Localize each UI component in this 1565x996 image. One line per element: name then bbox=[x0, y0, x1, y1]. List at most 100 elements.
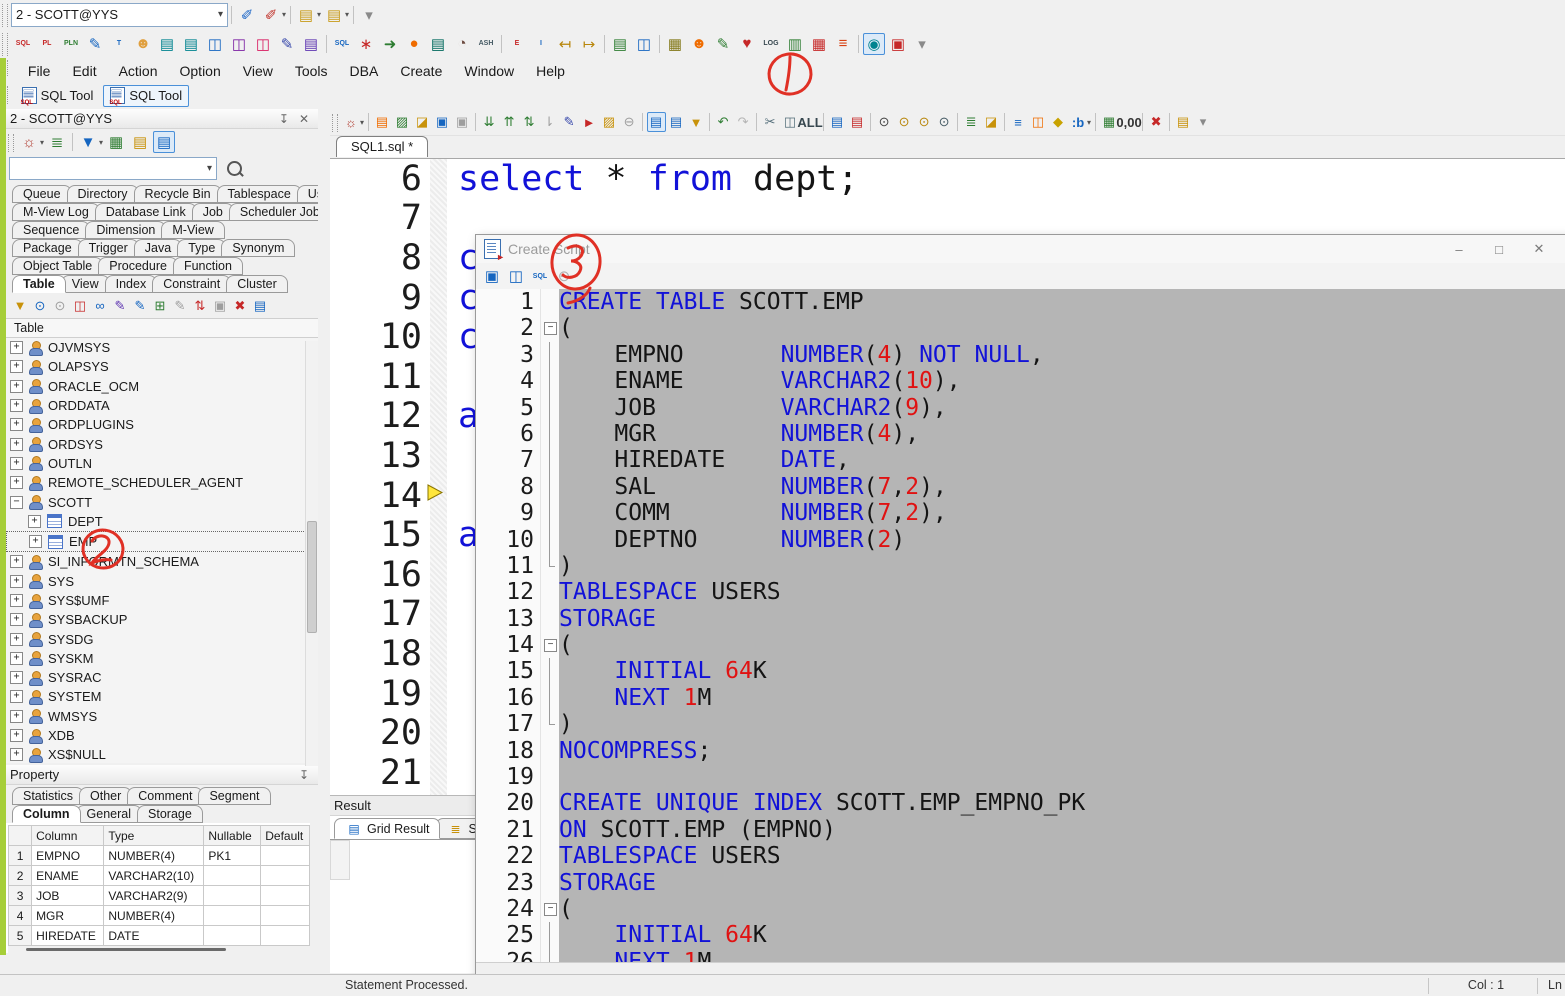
grid-new-side-icon[interactable]: ▦ bbox=[105, 131, 127, 153]
plsql-editor-icon[interactable]: PL bbox=[36, 33, 58, 55]
tree-item-emp[interactable]: + EMP bbox=[6, 530, 318, 553]
detail-view-icon[interactable]: ▤ bbox=[153, 131, 176, 153]
tab-function[interactable]: Function bbox=[172, 257, 243, 275]
tree-item-system[interactable]: + SYSTEM bbox=[6, 687, 318, 706]
splitter[interactable] bbox=[318, 109, 330, 972]
pin-icon[interactable]: ↧ bbox=[294, 768, 314, 782]
expander-icon[interactable]: + bbox=[10, 574, 23, 588]
tree-item-sys[interactable]: + SYS bbox=[6, 572, 318, 591]
prop-tab-other[interactable]: Other bbox=[79, 787, 133, 805]
tab-object-table[interactable]: Object Table bbox=[12, 257, 104, 275]
doc-first-icon[interactable]: ▤ bbox=[646, 112, 666, 132]
expander-icon[interactable]: + bbox=[10, 729, 23, 743]
edit-blue-icon[interactable]: ✎ bbox=[131, 296, 150, 316]
menu-edit[interactable]: Edit bbox=[61, 60, 107, 82]
grid-header-rownum[interactable] bbox=[7, 825, 33, 846]
tree-item-orddata[interactable]: + ORDDATA bbox=[6, 396, 318, 415]
db-refresh-icon[interactable]: ▤ bbox=[609, 33, 631, 55]
edit-purple-icon[interactable]: ✎ bbox=[111, 296, 130, 316]
expander-icon[interactable]: + bbox=[10, 671, 23, 685]
tab-sql1[interactable]: SQL1.sql * bbox=[336, 136, 429, 157]
import-tool-icon[interactable]: I bbox=[530, 33, 552, 55]
script-line-12[interactable]: 12 TABLESPACE USERS bbox=[476, 579, 1565, 606]
db-refresh-side-icon[interactable]: ≣ bbox=[46, 131, 68, 153]
db-script-icon[interactable]: ◫ bbox=[633, 33, 655, 55]
script-line-9[interactable]: 9 COMM NUMBER(7,2), bbox=[476, 500, 1565, 527]
script-line-17[interactable]: 17) bbox=[476, 711, 1565, 738]
tree-item-sysbackup[interactable]: + SYSBACKUP bbox=[6, 610, 318, 629]
tree-item-scott[interactable]: − SCOTT bbox=[6, 492, 318, 511]
to-editor-icon[interactable]: ◪ bbox=[982, 112, 1001, 132]
export-tool-icon[interactable]: E bbox=[506, 33, 528, 55]
security-lock-icon[interactable]: ● bbox=[403, 33, 425, 55]
menu-tools[interactable]: Tools bbox=[284, 60, 339, 82]
find-prev-icon[interactable]: ⊙ bbox=[915, 112, 934, 132]
tree-item-ordplugins[interactable]: + ORDPLUGINS bbox=[6, 415, 318, 434]
tab-synonym[interactable]: Synonym bbox=[221, 239, 296, 257]
tab-job[interactable]: Job bbox=[191, 203, 234, 221]
script-line-15[interactable]: 15 INITIAL 64K bbox=[476, 658, 1565, 686]
table-row[interactable]: 3 JOB VARCHAR2(9) bbox=[7, 885, 310, 906]
tab-m-view[interactable]: M-View bbox=[161, 221, 225, 239]
tab-m-view-log[interactable]: M-View Log bbox=[12, 203, 100, 221]
expander-icon[interactable]: + bbox=[10, 399, 23, 413]
tree-item-xs$null[interactable]: + XS$NULL bbox=[6, 745, 318, 763]
window-tab-1[interactable]: SQL Tool bbox=[103, 84, 190, 107]
preview-gray-icon[interactable]: ⊙ bbox=[51, 296, 70, 316]
script-line-23[interactable]: 23 STORAGE bbox=[476, 869, 1565, 896]
expander-icon[interactable]: + bbox=[10, 341, 23, 355]
chevron-down-icon[interactable]: ▾ bbox=[282, 10, 286, 19]
monitor-tool-icon[interactable]: ◉ bbox=[863, 32, 885, 55]
script-line-3[interactable]: 3 EMPNO NUMBER(4) NOT NULL, bbox=[476, 341, 1565, 369]
preview-icon[interactable]: ⊙ bbox=[31, 296, 50, 316]
editor-overflow-icon[interactable]: ▾ bbox=[1194, 112, 1213, 132]
new-folder-icon[interactable]: ▨ bbox=[393, 112, 412, 132]
export-page-icon[interactable]: ▤ bbox=[251, 296, 270, 316]
expander-icon[interactable]: + bbox=[28, 514, 41, 528]
expander-icon[interactable]: + bbox=[10, 360, 23, 374]
script-line-22[interactable]: 22 TABLESPACE USERS bbox=[476, 843, 1565, 870]
pin-icon[interactable]: ↧ bbox=[274, 112, 294, 126]
spectacles-icon[interactable]: ∞ bbox=[91, 296, 110, 316]
menu-dba[interactable]: DBA bbox=[339, 60, 390, 82]
search-icon[interactable] bbox=[227, 161, 242, 176]
tree-item-remote_scheduler_agent[interactable]: + REMOTE_SCHEDULER_AGENT bbox=[6, 473, 318, 492]
menu-option[interactable]: Option bbox=[169, 60, 232, 82]
tab-database-link[interactable]: Database Link bbox=[94, 203, 197, 221]
edit-tool-icon[interactable]: ✎ bbox=[84, 33, 106, 55]
doc-save-icon[interactable]: ▼ bbox=[687, 112, 706, 132]
exec-indent1-icon[interactable]: ⇊ bbox=[480, 112, 499, 132]
ash-viewer-icon[interactable]: ASH bbox=[475, 33, 497, 55]
table-row[interactable]: 1 EMPNO NUMBER(4) PK1 bbox=[7, 845, 310, 866]
editor-line-6[interactable]: 6 select * from dept; bbox=[330, 159, 1565, 199]
doc-list-icon[interactable]: ▤ bbox=[667, 112, 686, 132]
script-line-11[interactable]: 11) bbox=[476, 552, 1565, 580]
user-security-icon[interactable]: ☻ bbox=[688, 33, 710, 55]
chevron-down-icon[interactable]: ▾ bbox=[360, 118, 364, 127]
db-import-icon[interactable]: ↤ bbox=[554, 33, 576, 55]
editor-line-7[interactable]: 7 bbox=[330, 198, 1565, 238]
dialog-copy-icon[interactable]: ◫ bbox=[505, 265, 527, 287]
script-line-2[interactable]: 2( bbox=[476, 315, 1565, 342]
chevron-down-icon[interactable]: ▾ bbox=[40, 138, 44, 147]
cut-icon[interactable]: ✂ bbox=[761, 112, 780, 132]
hint-bulb-icon[interactable]: ◆ bbox=[1049, 112, 1068, 132]
prop-tab-comment[interactable]: Comment bbox=[127, 787, 204, 805]
script-line-6[interactable]: 6 MGR NUMBER(4), bbox=[476, 420, 1565, 448]
tab-view[interactable]: View bbox=[60, 275, 110, 293]
tab-table[interactable]: Table bbox=[12, 275, 66, 293]
exec-indent3-icon[interactable]: ⇅ bbox=[520, 112, 539, 132]
tree-item-wmsys[interactable]: + WMSYS bbox=[6, 707, 318, 726]
open-file-icon[interactable]: ◪ bbox=[413, 112, 432, 132]
grid-header-Nullable[interactable]: Nullable bbox=[203, 825, 262, 846]
tree-item-oracle_ocm[interactable]: + ORACLE_OCM bbox=[6, 377, 318, 396]
top-sessions-icon[interactable]: ≡ bbox=[832, 33, 854, 55]
tree-item-sysrac[interactable]: + SYSRAC bbox=[6, 668, 318, 687]
tree-item-olapsys[interactable]: + OLAPSYS bbox=[6, 357, 318, 376]
grid-edit-icon[interactable]: ✎ bbox=[712, 33, 734, 55]
format-pen-red-icon[interactable]: ✐ bbox=[260, 4, 282, 26]
grid-header-Column[interactable]: Column bbox=[31, 825, 105, 846]
text-tool-icon[interactable]: T bbox=[108, 33, 130, 55]
gear-options-icon[interactable]: ☼ bbox=[342, 112, 361, 132]
tree-scrollbar[interactable] bbox=[305, 341, 318, 766]
